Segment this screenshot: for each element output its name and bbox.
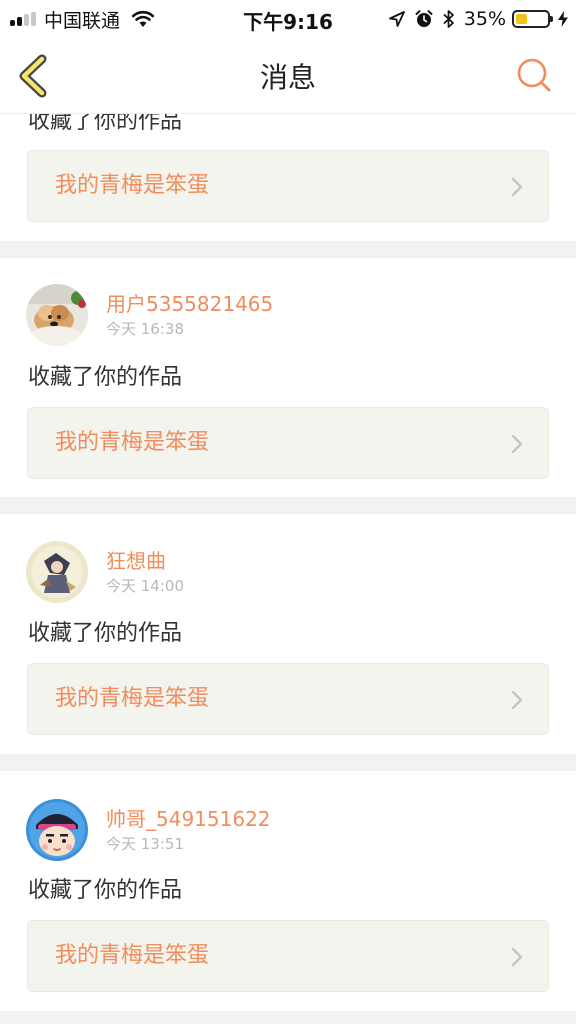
- work-link[interactable]: 我的青梅是笨蛋: [27, 920, 549, 992]
- notification-card: 狂想曲 今天 14:00 收藏了你的作品 我的青梅是笨蛋: [0, 514, 576, 754]
- timestamp: 今天 13:51: [106, 835, 184, 853]
- illustration-avatar-icon: [26, 541, 88, 603]
- status-bar: 中国联通 下午9:16 35%: [0, 0, 576, 38]
- username[interactable]: 帅哥_549151622: [106, 806, 271, 832]
- timestamp: 今天 16:38: [106, 320, 184, 338]
- location-arrow-icon: [388, 11, 405, 27]
- work-title: 我的青梅是笨蛋: [55, 430, 210, 455]
- work-link[interactable]: 我的青梅是笨蛋: [27, 150, 549, 222]
- notification-user-row[interactable]: 狂想曲 今天 14:00: [26, 541, 184, 603]
- card-divider: [0, 241, 576, 258]
- username[interactable]: 用户5355821465: [106, 291, 273, 317]
- notification-user-row[interactable]: 帅哥_549151622 今天 13:51: [26, 799, 271, 861]
- chevron-right-icon: [511, 947, 523, 967]
- chevron-right-icon: [511, 177, 523, 197]
- status-bar-right: 35%: [380, 6, 568, 32]
- card-divider: [0, 1011, 576, 1024]
- card-divider: [0, 497, 576, 514]
- notification-list[interactable]: 收藏了你的作品 我的青梅是笨蛋 用户5355821465 今天 16:38 收藏…: [0, 114, 576, 1024]
- notification-card: 收藏了你的作品 我的青梅是笨蛋: [0, 114, 576, 241]
- work-title: 我的青梅是笨蛋: [55, 943, 210, 968]
- work-link[interactable]: 我的青梅是笨蛋: [27, 663, 549, 735]
- battery-level: [516, 14, 527, 24]
- username[interactable]: 狂想曲: [106, 548, 184, 574]
- user-avatar[interactable]: [26, 284, 88, 346]
- work-title: 我的青梅是笨蛋: [55, 173, 210, 198]
- user-meta: 帅哥_549151622 今天 13:51: [106, 806, 271, 854]
- battery-icon: [512, 10, 553, 28]
- user-meta: 狂想曲 今天 14:00: [106, 548, 184, 596]
- work-link[interactable]: 我的青梅是笨蛋: [27, 407, 549, 479]
- cartoon-boy-avatar-icon: [26, 799, 88, 861]
- charging-bolt-icon: [558, 11, 568, 27]
- user-avatar[interactable]: [26, 541, 88, 603]
- work-title: 我的青梅是笨蛋: [55, 686, 210, 711]
- page-title: 消息: [259, 61, 316, 94]
- notification-action-text: 收藏了你的作品: [28, 878, 183, 903]
- timestamp: 今天 14:00: [106, 577, 184, 595]
- notification-card: 用户5355821465 今天 16:38 收藏了你的作品 我的青梅是笨蛋: [0, 258, 576, 497]
- notification-user-row[interactable]: 用户5355821465 今天 16:38: [26, 284, 273, 346]
- notification-card: 帅哥_549151622 今天 13:51 收藏了你的作品 我的青梅是笨蛋: [0, 771, 576, 1011]
- search-button[interactable]: [514, 55, 554, 95]
- chevron-right-icon: [511, 434, 523, 454]
- alarm-clock-icon: [415, 10, 433, 27]
- dog-photo-avatar-icon: [26, 284, 88, 346]
- notification-action-text: 收藏了你的作品: [28, 114, 183, 134]
- user-meta: 用户5355821465 今天 16:38: [106, 291, 273, 339]
- bluetooth-icon: [443, 10, 454, 28]
- battery-percent: 35%: [463, 8, 506, 30]
- chevron-right-icon: [511, 690, 523, 710]
- card-divider: [0, 754, 576, 771]
- nav-bar: 消息: [0, 38, 576, 114]
- user-avatar[interactable]: [26, 799, 88, 861]
- notification-action-text: 收藏了你的作品: [28, 365, 183, 390]
- search-icon: [517, 58, 551, 92]
- notification-action-text: 收藏了你的作品: [28, 621, 183, 646]
